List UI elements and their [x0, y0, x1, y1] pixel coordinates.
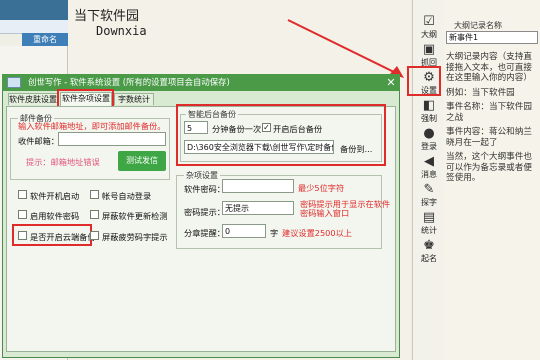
- chart-icon: ▤: [422, 210, 436, 225]
- backup-minutes-field[interactable]: 5: [184, 121, 208, 134]
- checkbox-label: 启用软件密码: [30, 211, 80, 221]
- hint-label: 密码提示：: [184, 207, 225, 217]
- toolbar-label: 强制: [421, 114, 437, 123]
- annotation-box-settings: [407, 66, 441, 96]
- recover-icon: ▣: [422, 42, 436, 57]
- toolbar-force[interactable]: ◧ 强制: [415, 98, 443, 128]
- checkbox-label: 屏蔽疲劳码字提示: [102, 232, 168, 242]
- notes-line: 例如：当下软件园: [446, 87, 515, 98]
- tab-skin[interactable]: 软件皮肤设置: [8, 93, 58, 105]
- backup-group-title: 智能后台备份: [186, 109, 238, 120]
- password-label: 软件密码：: [184, 184, 225, 194]
- toolbar-label: 大纲: [421, 30, 437, 39]
- search-char-icon: ✎: [423, 182, 435, 197]
- hint-field[interactable]: 无提示: [222, 201, 294, 215]
- tab-wordcount[interactable]: 字数统计设置: [114, 93, 154, 116]
- toolbar-label: 统计: [421, 226, 437, 235]
- checkbox-label: 开启后台备份: [273, 124, 323, 134]
- misc-group-title: 杂项设置: [184, 170, 220, 181]
- notes-line: 事件内容：蒋公和纳兰晓月在一起了: [446, 127, 532, 148]
- annotation-box-cloud: [12, 224, 92, 246]
- checkbox-enable-backup[interactable]: ✓: [262, 123, 271, 132]
- notes-line: 大纲记录内容（支持直接拖入文本，也可直接在这里输入你的内容）: [446, 52, 532, 83]
- split-note: 建议设置2500以上: [282, 228, 352, 238]
- checkbox-autostart[interactable]: [18, 190, 27, 199]
- notes-line: 事件名称：当下软件园之战: [446, 102, 532, 123]
- checkbox-password[interactable]: [18, 210, 27, 219]
- top-left-subbar: [0, 20, 68, 34]
- toolbar-message[interactable]: ◀ 消息: [415, 154, 443, 184]
- backup-path-field[interactable]: D:\360安全浏览器下载\创世写作\定时备份\我: [184, 140, 334, 154]
- name-icon: ♚: [423, 238, 435, 253]
- toolbar-login[interactable]: ● 登录: [415, 126, 443, 156]
- notes-label: 大纲记录名称: [454, 21, 502, 30]
- email-field[interactable]: [58, 132, 166, 146]
- right-toolbar: ☑ 大纲 ▣ 抓回 ⚙ 设置 ◧ 强制 ● 登录 ◀ 消息 ✎ 探字 ▤ 统计 …: [412, 0, 444, 360]
- mail-hint: 输入软件邮箱地址，即可添加邮件备份。: [18, 121, 166, 131]
- checkbox-label: 帐号自动登录: [102, 191, 152, 201]
- email-error-tip: 提示：邮箱地址错误: [26, 157, 100, 167]
- checkbox-block-update[interactable]: [90, 210, 99, 219]
- test-mail-button[interactable]: 测试发信: [118, 151, 166, 171]
- checkbox-block-fatigue[interactable]: [90, 231, 99, 240]
- editor-title: 当下软件园: [74, 9, 140, 24]
- toolbar-label: 登录: [421, 142, 437, 151]
- toolbar-label: 起名: [421, 254, 437, 263]
- toolbar-naming[interactable]: ♚ 起名: [415, 238, 443, 268]
- editor-text: Downxia: [96, 24, 147, 38]
- toolbar-label: 消息: [421, 170, 437, 179]
- checkbox-label: 屏蔽软件更新检测: [102, 211, 168, 221]
- backup-minutes-label: 分钟备份一次: [212, 124, 262, 134]
- notes-content[interactable]: 大纲记录内容（支持直接拖入文本，也可直接在这里输入你的内容） 例如：当下软件园 …: [446, 52, 540, 188]
- app-icon: [7, 77, 21, 88]
- toolbar-search-char[interactable]: ✎ 探字: [415, 182, 443, 212]
- notes-select[interactable]: 新事件1: [446, 31, 538, 44]
- toolbar-stats[interactable]: ▤ 统计: [415, 210, 443, 240]
- close-icon[interactable]: ✕: [385, 77, 397, 89]
- checkbox-autologin[interactable]: [90, 190, 99, 199]
- force-icon: ◧: [422, 98, 436, 113]
- password-note: 最少5位字符: [298, 183, 345, 193]
- toolbar-outline[interactable]: ☑ 大纲: [415, 14, 443, 44]
- user-icon: ●: [423, 126, 435, 141]
- email-label: 收件邮箱：: [18, 136, 59, 146]
- outline-icon: ☑: [423, 14, 435, 29]
- split-field[interactable]: 0: [222, 224, 266, 238]
- toolbar-label: 探字: [421, 198, 437, 207]
- rename-button[interactable]: 重命名: [22, 33, 68, 46]
- top-left-bar: [0, 0, 68, 20]
- backup-to-button[interactable]: 备份到...: [340, 143, 372, 155]
- checkbox-label: 软件开机启动: [30, 191, 80, 201]
- hint-note: 密码输入窗口: [300, 208, 350, 218]
- notes-line: 当然，这个大纲事件也可以作为备忘录或者便签使用。: [446, 152, 532, 183]
- speaker-icon: ◀: [424, 154, 434, 169]
- split-label: 分章提醒：: [184, 228, 225, 238]
- password-field[interactable]: [222, 179, 294, 193]
- split-unit: 字: [270, 228, 279, 238]
